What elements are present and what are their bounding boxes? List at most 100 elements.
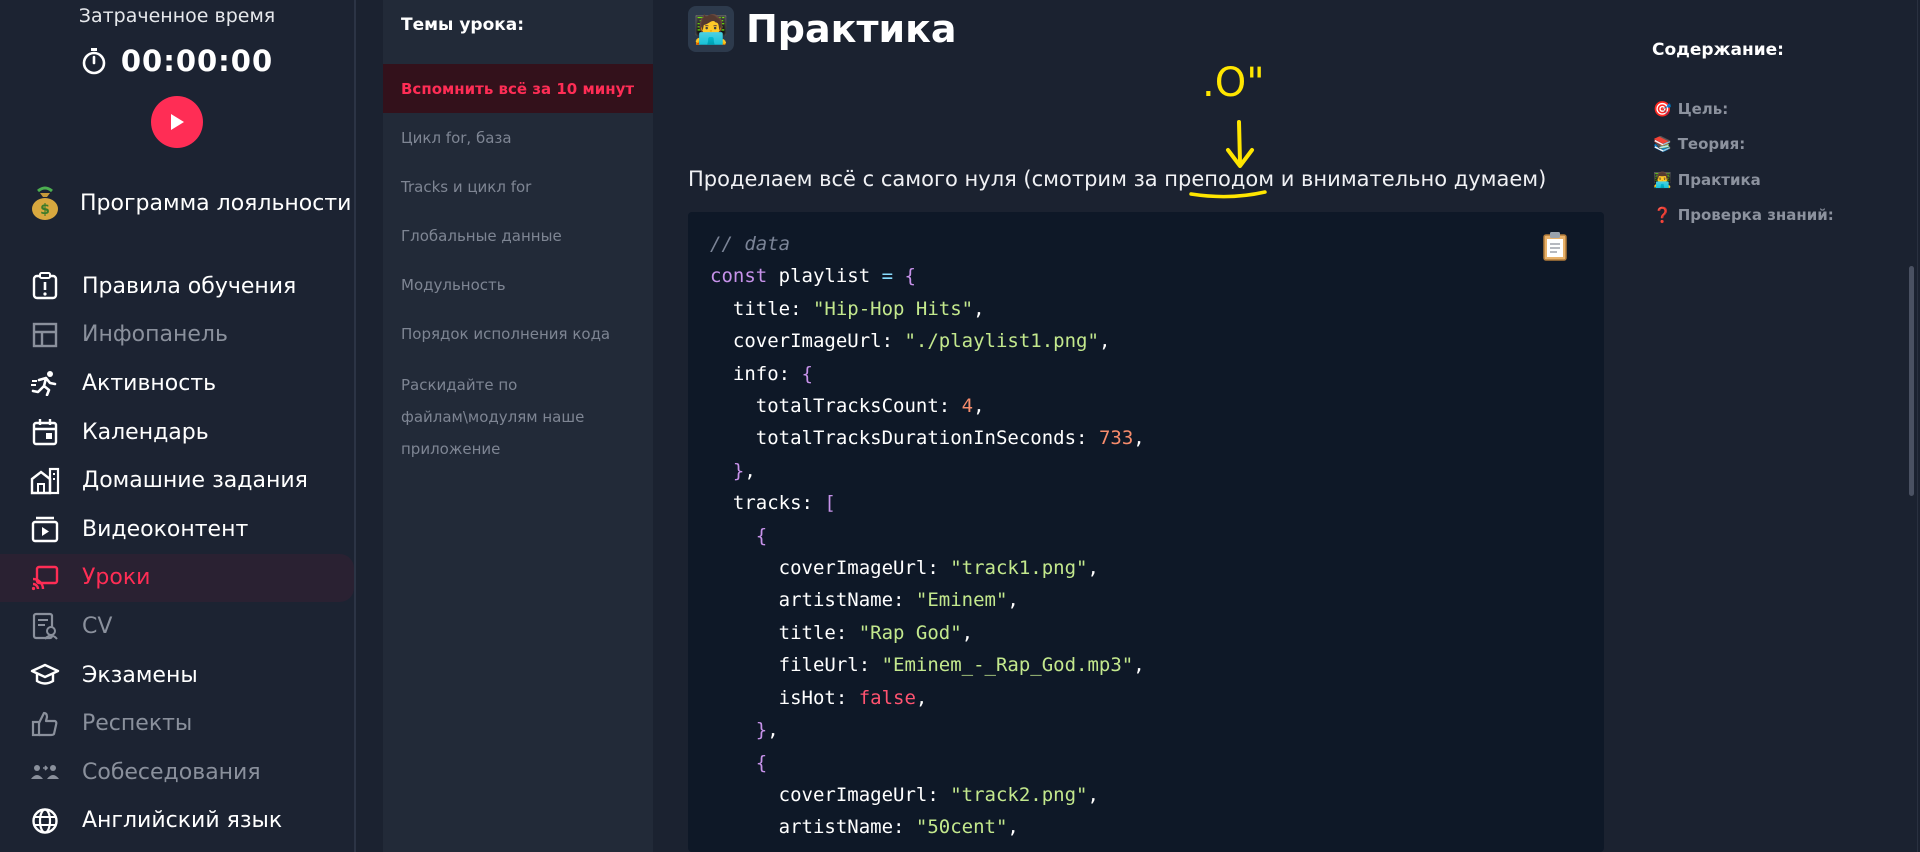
timer-block: Затраченное время 00:00:00 — [0, 0, 354, 148]
lead-paragraph: Проделаем всё с самого нуля (смотрим за … — [688, 167, 1547, 191]
toc-label: Теория: — [1677, 135, 1746, 154]
calendar-icon — [30, 417, 60, 447]
rules-icon — [30, 271, 60, 301]
nav-item-rules[interactable]: Правила обучения — [0, 262, 354, 311]
stopwatch-icon — [82, 48, 106, 75]
lessons-icon — [30, 563, 60, 593]
nav-label-english: Английский язык — [82, 808, 283, 834]
code-line: coverImageUrl: "track2.png", — [710, 783, 1099, 806]
code-line: tracks: [ — [710, 492, 836, 515]
graduation-cap-icon — [30, 660, 60, 690]
code-line: coverImageUrl: "./playlist1.png", — [710, 330, 1111, 353]
nav-item-cv[interactable]: CV — [0, 602, 354, 651]
nav-item-exams[interactable]: Экзамены — [0, 651, 354, 700]
toc-label: Проверка знаний: — [1677, 206, 1834, 225]
nav-label-cv: CV — [82, 613, 113, 639]
topic-item[interactable]: Модульность — [383, 260, 653, 309]
lesson-topics-panel: Темы урока: Вспомнить всё за 10 минут Ци… — [383, 0, 653, 852]
nav-item-interviews[interactable]: Собеседования — [0, 748, 354, 797]
nav-label-homework: Домашние задания — [82, 468, 308, 494]
section-title: Практика — [746, 7, 957, 51]
nav-item-english[interactable]: Английский язык — [0, 797, 354, 846]
nav-item-respects[interactable]: Респекты — [0, 699, 354, 748]
code-line: artistName: "50cent", — [710, 816, 1019, 839]
nav-label-lessons: Уроки — [82, 565, 151, 591]
code-line: title: "Rap God", — [710, 621, 974, 644]
toc-item-theory[interactable]: 📚 Теория: — [1653, 127, 1834, 163]
topic-item[interactable]: Tracks и цикл for — [383, 162, 653, 211]
dashboard-icon — [30, 320, 60, 350]
question-icon: ❓ — [1653, 206, 1672, 225]
code-listing: // data const playlist = { title: "Hip-H… — [688, 212, 1604, 844]
code-line: title: "Hip-Hop Hits", — [710, 297, 985, 320]
sidebar: Затраченное время 00:00:00 $ Программа л… — [0, 0, 356, 852]
toc-list: 🎯 Цель: 📚 Теория: 👨‍💻 Практика ❓ Проверка зн… — [1653, 91, 1834, 233]
nav-item-dashboard[interactable]: Инфопанель — [0, 311, 354, 360]
target-icon: 🎯 — [1653, 99, 1672, 118]
nav-item-lessons[interactable]: Уроки — [0, 553, 354, 603]
running-icon — [30, 368, 60, 398]
nav-label-activity: Активность — [82, 370, 217, 396]
lesson-content: 🧑‍💻 Практика Проделаем всё с самого нуля… — [653, 0, 1637, 852]
technologist-icon: 👨‍💻 — [1653, 170, 1672, 189]
section-heading: 🧑‍💻 Практика — [688, 6, 957, 52]
cv-icon — [30, 611, 60, 641]
code-line: }, — [755, 719, 779, 742]
code-block[interactable]: // data const playlist = { title: "Hip-H… — [688, 212, 1604, 852]
nav-label-exams: Экзамены — [82, 662, 198, 688]
code-line: fileUrl: "Eminem_-_Rap_God.mp3", — [710, 654, 1145, 677]
topic-item[interactable]: Раскидайте по файлам\модулям наше прилож… — [383, 358, 653, 465]
loyalty-label: Программа лояльности — [80, 190, 352, 216]
topic-item[interactable]: Вспомнить всё за 10 минут — [383, 64, 653, 113]
code-line: artistName: "Eminem", — [710, 589, 1019, 612]
clipboard-copy-icon[interactable] — [1542, 230, 1568, 262]
timer-row: 00:00:00 — [0, 43, 354, 79]
play-button[interactable] — [151, 96, 203, 148]
nav-item-homework[interactable]: Домашние задания — [0, 456, 354, 505]
nav-item-activity[interactable]: Активность — [0, 359, 354, 408]
code-line: { — [755, 751, 768, 774]
code-line: coverImageUrl: "track1.png", — [710, 557, 1099, 580]
topic-item[interactable]: Цикл for, база — [383, 113, 653, 162]
main-nav: Правила обучения Инфопанель Активность К… — [0, 262, 354, 845]
page-scrollbar[interactable] — [1909, 266, 1914, 496]
nav-label-calendar: Календарь — [82, 419, 209, 445]
code-line: info: { — [710, 362, 813, 385]
topics-title: Темы урока: — [401, 15, 525, 35]
globe-icon — [30, 806, 60, 836]
nav-label-video: Видеоконтент — [82, 516, 249, 542]
toc-item-quiz[interactable]: ❓ Проверка знаний: — [1653, 198, 1834, 234]
code-line: const playlist = { — [710, 265, 916, 288]
timer-value: 00:00:00 — [120, 44, 274, 78]
play-icon — [171, 114, 184, 130]
topic-item[interactable]: Порядок исполнения кода — [383, 309, 653, 358]
topic-item[interactable]: Глобальные данные — [383, 211, 653, 260]
toc-item-practice[interactable]: 👨‍💻 Практика — [1653, 162, 1834, 198]
books-icon: 📚 — [1653, 135, 1672, 154]
svg-text:$: $ — [40, 202, 50, 218]
video-icon — [30, 514, 60, 544]
technologist-icon: 🧑‍💻 — [688, 6, 734, 52]
timer-caption: Затраченное время — [78, 5, 276, 27]
toc-label: Цель: — [1677, 99, 1729, 118]
nav-label-interviews: Собеседования — [82, 759, 261, 785]
toc-title: Содержание: — [1652, 40, 1784, 60]
toc-item-goal[interactable]: 🎯 Цель: — [1653, 91, 1834, 127]
code-line: totalTracksCount: 4, — [710, 395, 985, 418]
nav-item-video[interactable]: Видеоконтент — [0, 505, 354, 554]
money-bag-icon: $ — [32, 186, 58, 220]
nav-item-calendar[interactable]: Календарь — [0, 408, 354, 457]
nav-label-respects: Респекты — [82, 711, 193, 737]
toc-label: Практика — [1677, 170, 1761, 189]
thumbs-up-icon — [30, 709, 60, 739]
people-icon — [30, 757, 60, 787]
nav-label-dashboard: Инфопанель — [82, 322, 228, 348]
table-of-contents: Содержание: 🎯 Цель: 📚 Теория: 👨‍💻 Практика … — [1637, 0, 1920, 852]
code-line: totalTracksDurationInSeconds: 733, — [710, 427, 1145, 450]
code-line: // data — [710, 233, 791, 255]
code-line: isHot: false, — [710, 686, 928, 709]
loyalty-program-link[interactable]: $ Программа лояльности — [28, 185, 351, 221]
scrollbar-track — [1917, 0, 1918, 852]
code-line: }, — [732, 459, 756, 482]
code-line: { — [755, 524, 768, 547]
